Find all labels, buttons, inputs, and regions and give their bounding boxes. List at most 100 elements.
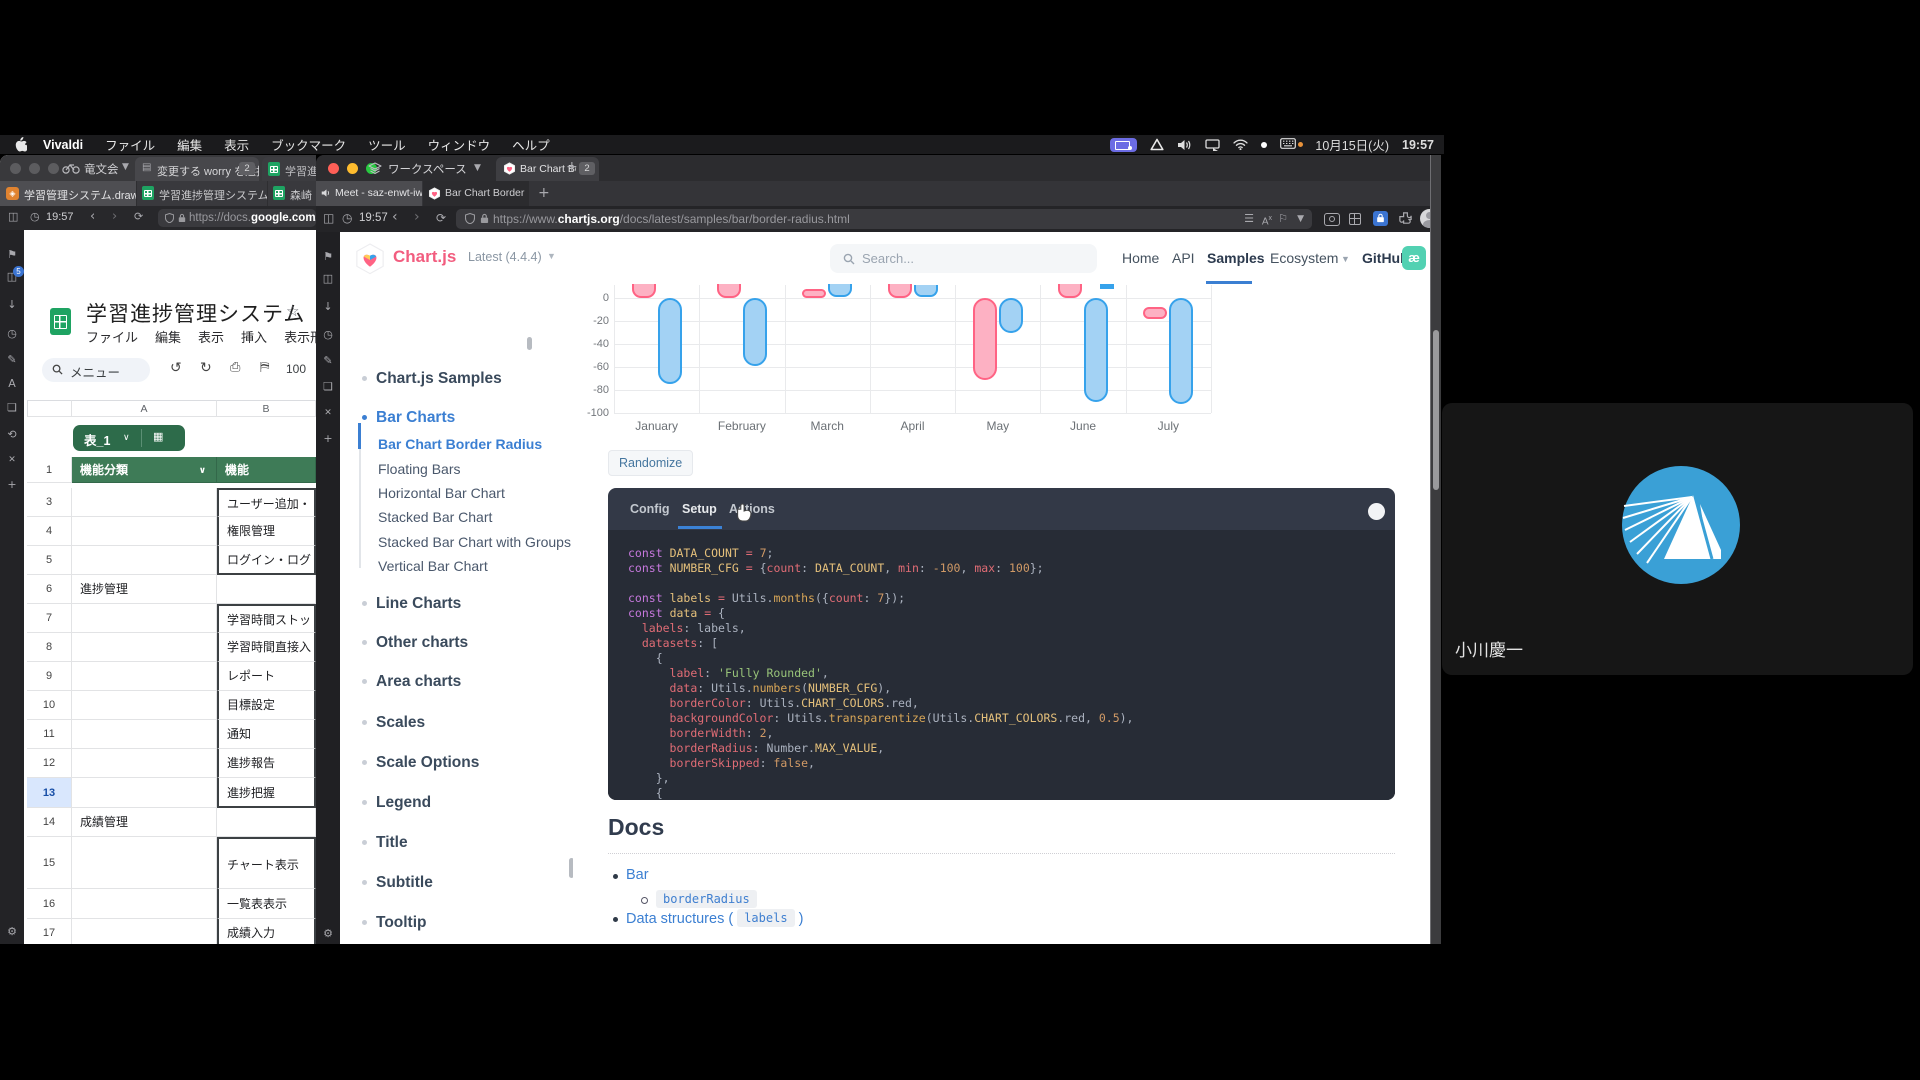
cell-b6[interactable] [217, 575, 316, 604]
bar-pink-june[interactable] [1058, 284, 1082, 298]
cell-b14[interactable] [217, 808, 316, 837]
front-panel-download-icon[interactable]: ↓ [316, 300, 340, 313]
row-number[interactable]: 6 [27, 575, 72, 604]
column-header-a[interactable]: A [72, 400, 217, 417]
row-number[interactable]: 9 [27, 662, 72, 691]
sidebar-item-5[interactable]: Stacked Bar Chart [378, 509, 492, 525]
cell-a5[interactable] [72, 546, 217, 575]
back-panel-cards-icon[interactable]: ❏ [0, 401, 24, 414]
status-date[interactable]: 10月15日(火) [1315, 135, 1389, 154]
back-panel-download-icon[interactable]: ↓ [0, 298, 24, 311]
capture-icon[interactable] [1324, 213, 1340, 226]
sidebar-item-2[interactable]: Bar Chart Border Radius [378, 436, 542, 452]
bar-blue-april[interactable] [914, 285, 938, 297]
clock-icon[interactable]: ◷ [30, 210, 40, 223]
docs-chip-border-radius[interactable]: borderRadius [656, 890, 757, 908]
tab-worry-select[interactable]: ▤ 変更する worry を選択 2 [135, 157, 259, 181]
tab-stack-active[interactable]: Bar Chart Border Radi 2 [496, 157, 599, 181]
tab-meet[interactable]: Meet - saz-enwt-iwj [316, 181, 422, 206]
row-number[interactable]: 5 [27, 546, 72, 575]
front-panel-settings-icon[interactable]: ⚙ [316, 927, 340, 940]
front-panel-bookmark-icon[interactable]: ⚑ [316, 250, 340, 263]
bar-pink-january[interactable] [632, 284, 656, 298]
print-icon[interactable]: ⎙ [230, 360, 240, 375]
sheets-search-pill[interactable]: メニュー [42, 358, 150, 382]
back-panel-add-icon[interactable]: + [0, 478, 24, 491]
row-number[interactable]: 12 [27, 749, 72, 778]
row-number[interactable]: 17 [27, 919, 72, 944]
star-icon[interactable]: ☆ [286, 302, 299, 320]
tab-drawio[interactable]: ◈ 学習管理システム.drawio - [0, 181, 136, 206]
front-panel-close-icon[interactable]: ✕ [316, 408, 340, 418]
cell-b15[interactable]: チャート表示 [217, 837, 316, 889]
cell-b4[interactable]: 権限管理 [217, 517, 316, 546]
keyboard-input-icon[interactable] [1280, 138, 1296, 152]
sidebar-section-16[interactable]: Tooltip [376, 914, 427, 932]
cell-b11[interactable]: 通知 [217, 720, 316, 749]
scrollbar-thumb[interactable] [1433, 330, 1439, 490]
sheets-menu-1[interactable]: 編集 [155, 327, 181, 346]
ae-extension-badge[interactable]: æ [1402, 246, 1426, 270]
window-controls-inactive[interactable] [10, 163, 59, 174]
nav-api[interactable]: API [1172, 250, 1195, 266]
sidebar-section-0[interactable]: Chart.js Samples [376, 370, 502, 388]
bookmark-flag-icon[interactable]: ⚐ [1278, 209, 1288, 229]
cell-b9[interactable]: レポート [217, 662, 316, 691]
sheets-menu-4[interactable]: 表示形式 [284, 327, 316, 346]
back-panel-translate-icon[interactable]: A [0, 377, 24, 390]
nav-ecosystem[interactable]: Ecosystem [1270, 250, 1338, 266]
record-dot-icon[interactable] [1261, 142, 1267, 148]
cell-a6[interactable]: 進捗管理 [72, 575, 217, 604]
cell-a3[interactable] [72, 488, 217, 517]
translate-icon[interactable]: Ax [1262, 209, 1272, 229]
code-block[interactable]: const DATA_COUNT = 7;const NUMBER_CFG = … [608, 530, 1395, 800]
sidebar-section-10[interactable]: Area charts [376, 673, 461, 691]
tab-chartjs-active[interactable]: Bar Chart Border Radius | C [423, 181, 529, 206]
sidebar-scroll-thumb[interactable] [527, 337, 532, 350]
row-number[interactable]: 1 [27, 457, 72, 483]
cell-a16[interactable] [72, 889, 217, 919]
bar-pink-july[interactable] [1143, 307, 1167, 319]
docs-link-bar[interactable]: Bar [626, 867, 649, 883]
back-panel-settings-icon[interactable]: ⚙ [0, 925, 24, 938]
chartjs-logo[interactable] [355, 243, 385, 275]
cell-b17[interactable]: 成績入力 [217, 919, 316, 944]
workspace-name[interactable]: 竜文会 [84, 161, 119, 177]
paint-format-icon[interactable]: ⛿ [260, 360, 269, 375]
back-icon[interactable]: ‹ [392, 209, 398, 225]
workspace-caret-icon[interactable]: ▼ [122, 162, 129, 172]
speaker-icon[interactable] [1177, 139, 1192, 151]
front-panel-cards-icon[interactable]: ❏ [316, 380, 340, 393]
corner-cell[interactable] [27, 400, 72, 417]
url-field[interactable]: https://docs.google.com/s [158, 209, 316, 227]
menu-app-name[interactable]: Vivaldi [43, 138, 83, 152]
bar-blue-may[interactable] [999, 298, 1023, 333]
bar-blue-july[interactable] [1169, 298, 1193, 404]
undo-icon[interactable]: ↺ [170, 360, 182, 376]
nav-samples[interactable]: Samples [1207, 250, 1265, 266]
cell-a4[interactable] [72, 517, 217, 546]
doc-title[interactable]: 学習進捗管理システム [86, 298, 305, 328]
workspace-stack-icon[interactable] [368, 162, 382, 175]
sidebar-section-15[interactable]: Subtitle [376, 874, 433, 892]
front-panel-history-icon[interactable]: ◷ [316, 328, 340, 341]
new-tab-icon[interactable]: + [566, 159, 578, 175]
bar-pink-february[interactable] [717, 284, 741, 298]
cell-a11[interactable] [72, 720, 217, 749]
sheets-menu-3[interactable]: 挿入 [241, 327, 267, 346]
cell-a14[interactable]: 成績管理 [72, 808, 217, 837]
randomize-button[interactable]: Randomize [608, 450, 693, 476]
workspace-name[interactable]: ワークスペース [388, 161, 467, 177]
back-panel-bookmark-icon[interactable]: ⚑ [0, 248, 24, 261]
cell-a10[interactable] [72, 691, 217, 720]
cell-b12[interactable]: 進捗報告 [217, 749, 316, 778]
tab-sheets-active[interactable]: 学習進捗管理システム - Go [137, 181, 267, 206]
new-tab-icon[interactable]: + [538, 185, 550, 201]
extension-icon-blue[interactable] [1373, 211, 1388, 226]
row-number[interactable]: 4 [27, 517, 72, 546]
triangle-icon[interactable] [1150, 138, 1164, 151]
forward-icon[interactable]: › [414, 209, 420, 225]
cell-a13[interactable] [72, 778, 217, 808]
row-number[interactable]: 15 [27, 837, 72, 889]
cell-a7[interactable] [72, 604, 217, 633]
